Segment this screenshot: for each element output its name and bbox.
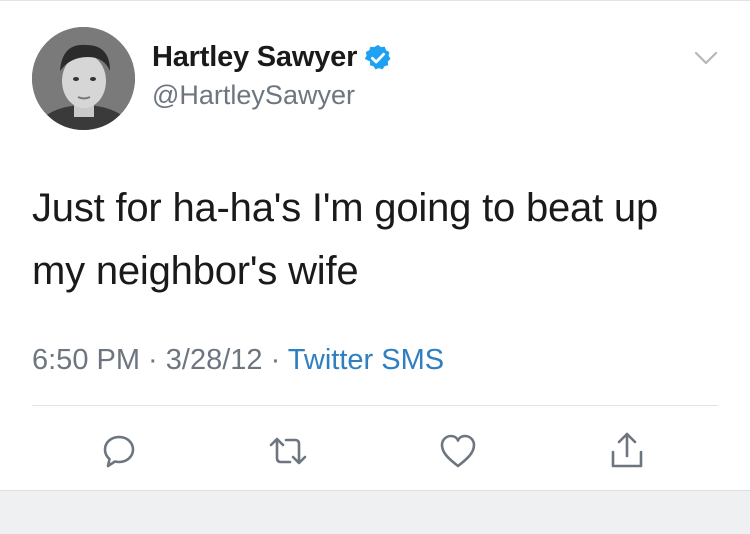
- avatar[interactable]: [32, 27, 135, 130]
- user-handle[interactable]: @HartleySawyer: [152, 80, 355, 111]
- reply-icon: [103, 435, 135, 468]
- bottom-bar: [0, 490, 750, 534]
- tweet-text: Just for ha-ha's I'm going to beat up my…: [32, 177, 722, 303]
- verified-badge-icon: [363, 43, 393, 73]
- tweet-date[interactable]: 3/28/12: [166, 344, 263, 376]
- display-name-row: Hartley Sawyer: [152, 41, 393, 74]
- reply-button[interactable]: [97, 429, 141, 473]
- like-icon: [440, 434, 476, 468]
- divider: [32, 405, 718, 406]
- display-name[interactable]: Hartley Sawyer: [152, 41, 357, 74]
- share-button[interactable]: [605, 429, 649, 473]
- retweet-icon: [269, 437, 307, 465]
- chevron-down-icon[interactable]: [692, 47, 720, 69]
- share-icon: [611, 432, 643, 468]
- tweet-meta: 6:50 PM · 3/28/12 · Twitter SMS: [32, 344, 444, 377]
- tweet-card: Hartley Sawyer @HartleySawyer Just for h…: [0, 0, 750, 490]
- tweet-source-link[interactable]: Twitter SMS: [288, 344, 444, 376]
- retweet-button[interactable]: [266, 429, 310, 473]
- tweet-text-line: my neighbor's wife: [32, 249, 359, 293]
- meta-separator: ·: [262, 344, 288, 376]
- action-bar: [0, 421, 750, 481]
- tweet-text-line: Just for ha-ha's I'm going to beat up: [32, 186, 659, 230]
- meta-separator: ·: [140, 344, 166, 376]
- like-button[interactable]: [436, 429, 480, 473]
- avatar-photo-icon: [32, 27, 135, 130]
- tweet-time: 6:50 PM: [32, 344, 140, 376]
